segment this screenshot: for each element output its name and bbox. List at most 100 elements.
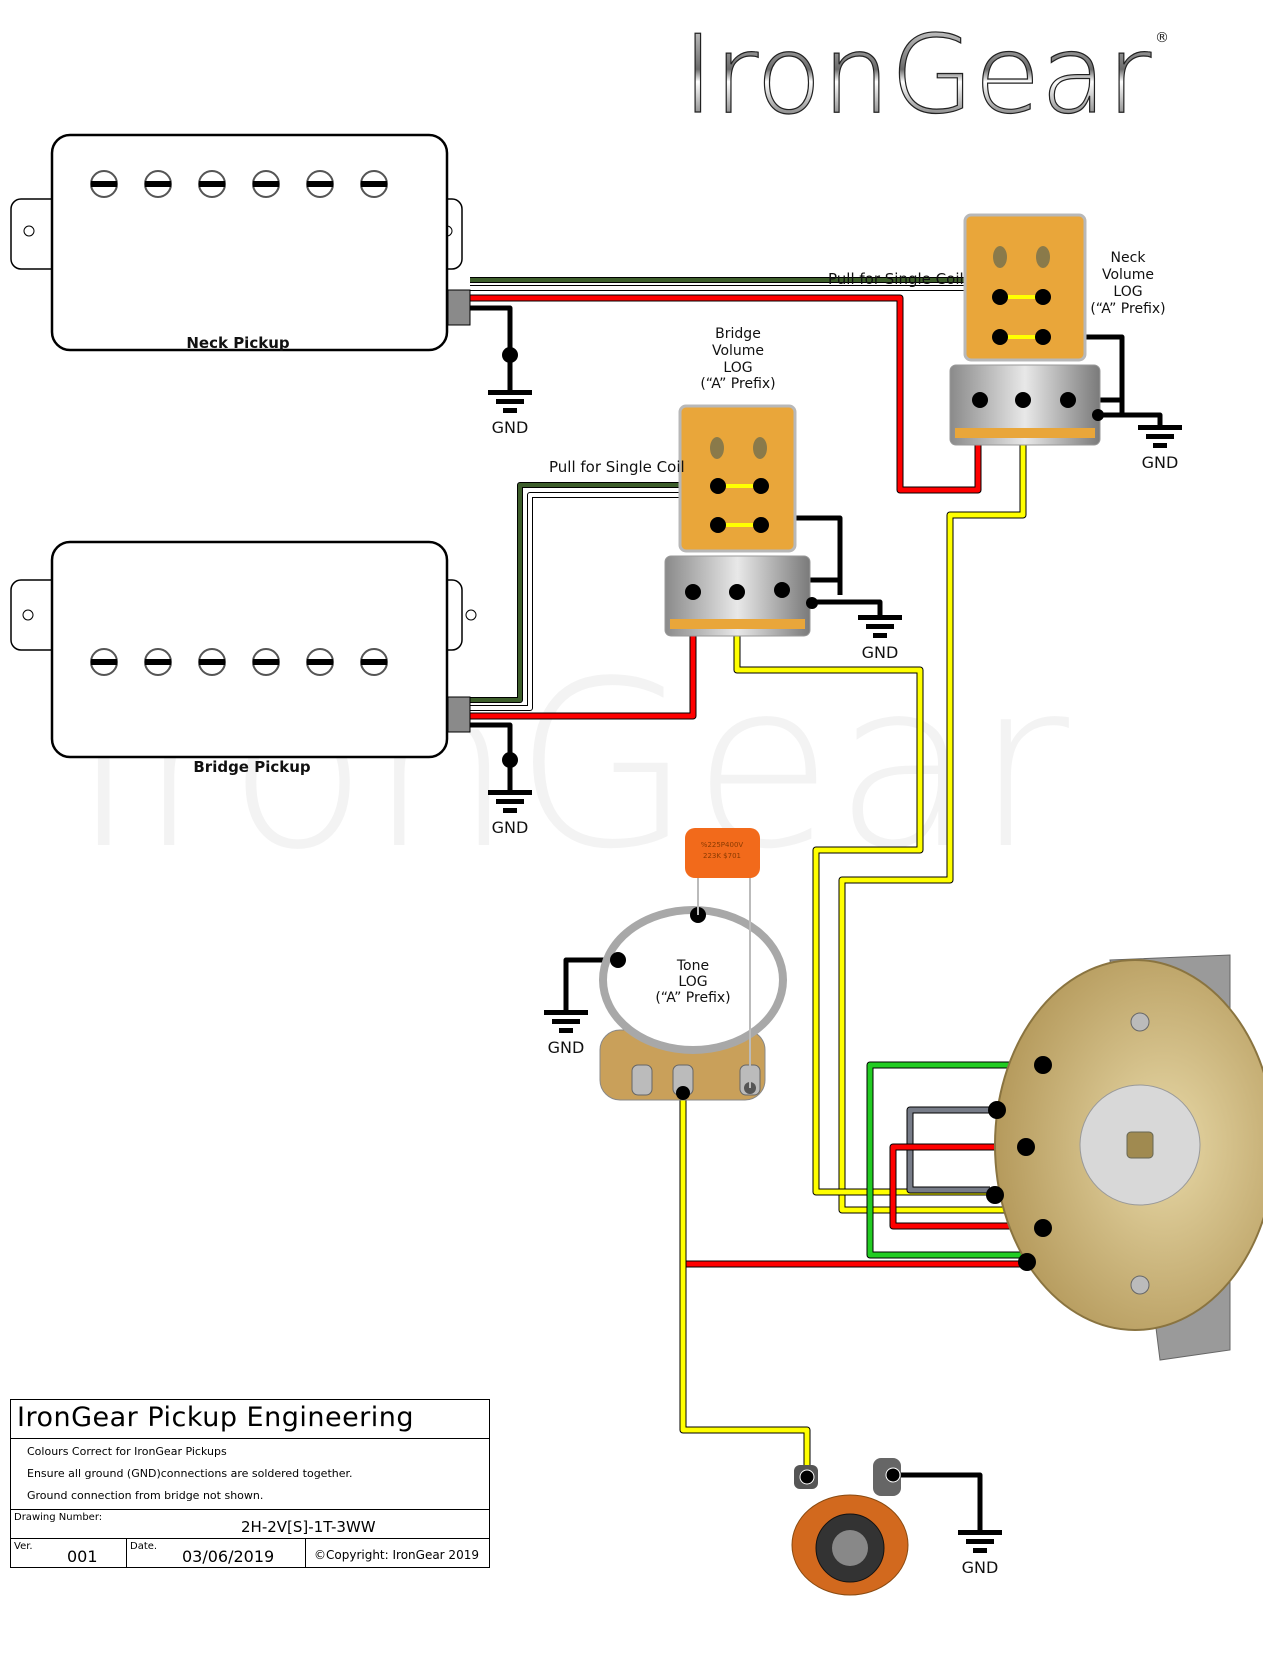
output-jack[interactable] — [791, 1458, 909, 1596]
pole-piece-icon — [198, 648, 226, 676]
capacitor-marking: 223K $701 — [703, 852, 741, 860]
pole-piece-icon — [252, 170, 280, 198]
solder-joint-icon — [774, 582, 790, 598]
title-block-title: IronGear Pickup Engineering — [11, 1400, 489, 1439]
ground-symbol-icon: GND — [1138, 425, 1182, 472]
neck-pickup-label: Neck Pickup — [186, 334, 289, 352]
solder-joint-icon — [885, 1467, 901, 1483]
solder-joint-icon — [502, 752, 518, 768]
pole-piece-icon — [252, 648, 280, 676]
label-line: Volume — [712, 343, 764, 359]
pole-piece-icon — [144, 648, 172, 676]
solder-joint-icon — [676, 1086, 690, 1100]
wire-tone-red-outline — [679, 1100, 1025, 1268]
label-line: LOG — [678, 974, 707, 990]
drawing-number-row: Drawing Number: 2H-2V[S]-1T-3WW — [11, 1510, 489, 1539]
switch-lug-icon — [710, 437, 724, 459]
logo-text: IronGear — [682, 13, 1152, 138]
gnd-label: GND — [492, 818, 529, 837]
tone-pot[interactable]: Tone LOG (“A” Prefix) — [599, 906, 787, 1101]
solder-joint-icon — [992, 329, 1008, 345]
gnd-label: GND — [962, 1558, 999, 1577]
solder-joint-icon — [710, 478, 726, 494]
solder-joint-icon — [1034, 1219, 1052, 1237]
title-block-notes: Colours Correct for IronGear Pickups Ens… — [11, 1439, 489, 1510]
gnd-label: GND — [1142, 453, 1179, 472]
version-value: 001 — [67, 1547, 98, 1566]
ground-symbol-icon: GND — [958, 1530, 1002, 1577]
bridge-pull-label: Pull for Single Coil — [549, 458, 685, 476]
switch-lug-icon — [753, 437, 767, 459]
solder-joint-icon — [710, 517, 726, 533]
bridge-pickup: Bridge Pickup — [10, 540, 477, 776]
neck-pull-label: Pull for Single Coil — [828, 270, 964, 288]
mounting-hole-icon — [22, 609, 34, 621]
pole-piece-icon — [360, 648, 388, 676]
label-line: Volume — [1102, 267, 1154, 283]
version-cell: Ver. 001 — [11, 1539, 127, 1567]
date-value: 03/06/2019 — [182, 1547, 275, 1566]
wire-jack-ground — [893, 1472, 983, 1535]
date-cell: Date. 03/06/2019 — [127, 1539, 306, 1567]
switch-lug-icon — [993, 246, 1007, 268]
jack-hole — [832, 1530, 868, 1566]
neck-volume-pot[interactable] — [949, 213, 1104, 446]
solder-joint-icon — [992, 289, 1008, 305]
label-line: Bridge — [715, 326, 761, 342]
pot-wafer — [955, 428, 1095, 438]
pole-piece-icon — [90, 648, 118, 676]
irongear-logo: IronGear ® — [681, 12, 1169, 138]
bridge-pickup-label: Bridge Pickup — [193, 758, 311, 776]
pickup-cover — [50, 133, 449, 352]
wire-jack-yellow-outline — [679, 1100, 811, 1475]
note: Colours Correct for IronGear Pickups — [27, 1445, 227, 1458]
pole-piece-icon — [360, 170, 388, 198]
capacitor-marking: %225P400V — [701, 841, 744, 849]
neck-volume-label: Neck Volume LOG (“A” Prefix) — [1090, 250, 1165, 317]
solder-joint-icon — [753, 517, 769, 533]
pole-piece-icon — [90, 170, 118, 198]
solder-joint-icon — [988, 1101, 1006, 1119]
ground-symbol-icon: GND — [488, 390, 532, 437]
pole-piece-icon — [306, 170, 334, 198]
label-line: (“A” Prefix) — [700, 376, 775, 392]
solder-joint-icon — [610, 952, 626, 968]
solder-joint-icon — [1035, 289, 1051, 305]
gnd-label: GND — [862, 643, 899, 662]
wire-jack-yellow — [680, 1100, 810, 1475]
bridge-volume-pot[interactable] — [664, 404, 818, 637]
label-line: Tone — [676, 958, 709, 974]
solder-joint-icon — [1092, 409, 1104, 421]
copyright-cell: ©Copyright: IronGear 2019 — [306, 1539, 489, 1567]
rivet-icon — [1130, 1012, 1150, 1032]
date-label: Date. — [130, 1541, 158, 1552]
solder-joint-icon — [685, 584, 701, 600]
solder-joint-icon — [753, 478, 769, 494]
solder-joint-icon — [1035, 329, 1051, 345]
switch-lug-icon — [1036, 246, 1050, 268]
solder-joint-icon — [972, 392, 988, 408]
pole-piece-icon — [306, 648, 334, 676]
solder-joint-icon — [806, 597, 818, 609]
solder-joint-icon — [1018, 1253, 1036, 1271]
drawing-number-label: Drawing Number: — [14, 1512, 103, 1523]
note: Ground connection from bridge not shown. — [27, 1489, 264, 1502]
pickup-selector-switch[interactable] — [986, 954, 1263, 1361]
label-line: (“A” Prefix) — [655, 990, 730, 1006]
gnd-label: GND — [492, 418, 529, 437]
solder-joint-icon — [729, 584, 745, 600]
pot-lug — [631, 1064, 653, 1096]
solder-joint-icon — [1017, 1138, 1035, 1156]
mounting-hole-icon — [23, 225, 35, 237]
solder-joint-icon — [1060, 392, 1076, 408]
bridge-volume-label: Bridge Volume LOG (“A” Prefix) — [700, 326, 775, 392]
pot-wafer — [670, 619, 805, 629]
registered-mark: ® — [1155, 30, 1169, 46]
title-block: IronGear Pickup Engineering Colours Corr… — [10, 1399, 490, 1568]
gnd-label: GND — [548, 1038, 585, 1057]
solder-joint-icon — [1034, 1056, 1052, 1074]
copyright: ©Copyright: IronGear 2019 — [314, 1548, 479, 1562]
pole-piece-icon — [144, 170, 172, 198]
pole-piece-icon — [198, 170, 226, 198]
label-line: LOG — [723, 360, 752, 376]
